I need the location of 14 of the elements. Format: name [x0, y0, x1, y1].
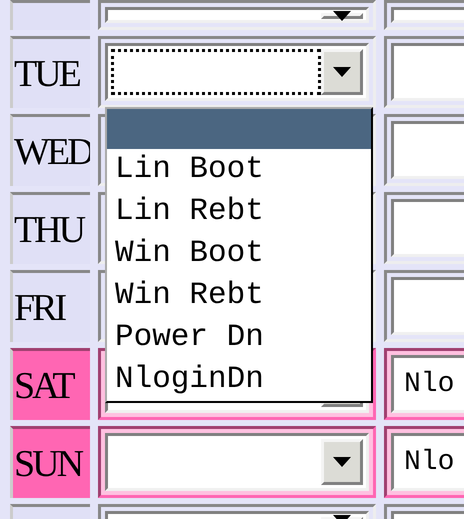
dropdown-option[interactable]: Lin Boot — [107, 149, 371, 191]
day-label: THU — [13, 208, 84, 252]
dropdown-option[interactable]: NloginDn — [107, 359, 371, 401]
dropdown-option[interactable]: Win Boot — [107, 233, 371, 275]
dropdown-option[interactable]: Power Dn — [107, 317, 371, 359]
dropdown-option[interactable]: Lin Rebt — [107, 191, 371, 233]
text-field[interactable]: Nlo — [391, 433, 464, 491]
day-label: SUN — [13, 442, 82, 486]
dropdown-option[interactable]: Win Rebt — [107, 275, 371, 317]
day-label: WED — [13, 130, 90, 174]
day-label: FRI — [13, 286, 64, 330]
day-label: SAT — [13, 364, 73, 408]
day-label: TUE — [13, 52, 79, 96]
text-field[interactable]: Nlo — [391, 355, 464, 413]
